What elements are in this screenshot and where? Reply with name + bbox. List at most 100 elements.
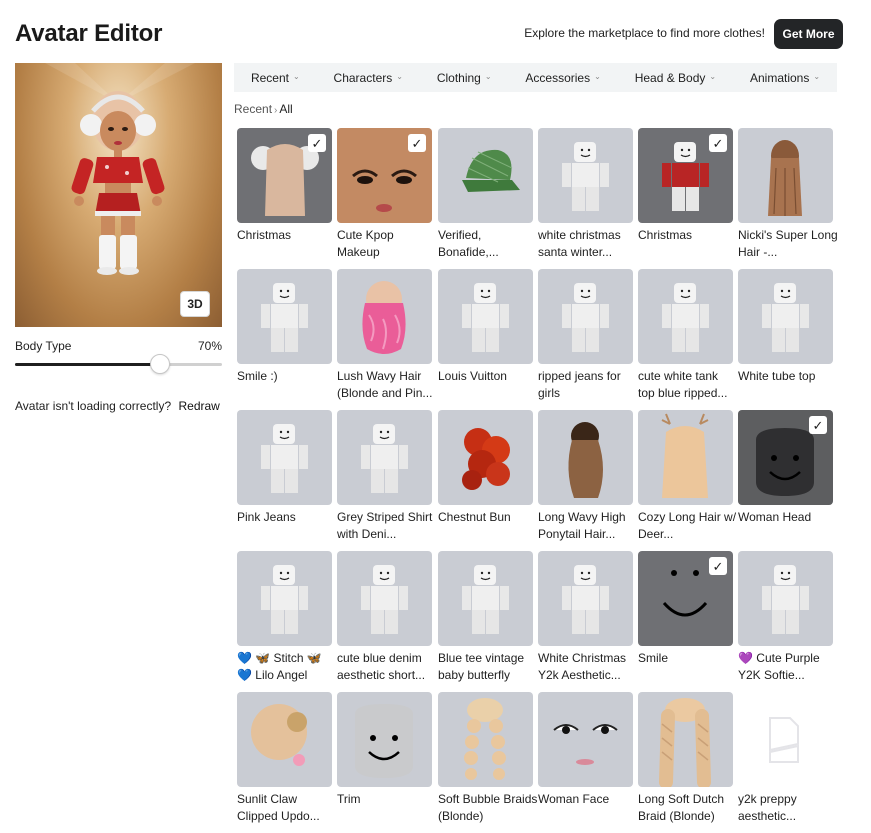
item-name[interactable]: cute blue denim aesthetic short... <box>337 650 437 684</box>
catalog-item-card[interactable]: Louis Vuitton <box>438 269 533 402</box>
catalog-item-card[interactable]: Pink Jeans <box>237 410 332 543</box>
item-thumbnail[interactable] <box>237 551 332 646</box>
body-type-slider-thumb[interactable] <box>150 354 170 374</box>
catalog-item-card[interactable]: Long Wavy High Ponytail Hair... <box>538 410 633 543</box>
item-name[interactable]: 💜 Cute Purple Y2K Softie... <box>738 650 838 684</box>
item-name[interactable]: white christmas santa winter... <box>538 227 638 261</box>
item-name[interactable]: Soft Bubble Braids (Blonde) <box>438 791 538 825</box>
catalog-item-card[interactable]: 💜 Cute Purple Y2K Softie... <box>738 551 833 684</box>
item-thumbnail[interactable] <box>538 128 633 223</box>
tab-recent[interactable]: Recent ⌄ <box>234 63 317 92</box>
item-name[interactable]: Cute Kpop Makeup <box>337 227 437 261</box>
item-name[interactable]: Verified, Bonafide,... <box>438 227 538 261</box>
item-thumbnail[interactable] <box>538 410 633 505</box>
item-thumbnail[interactable] <box>438 269 533 364</box>
breadcrumb-parent[interactable]: Recent <box>234 102 272 116</box>
item-thumbnail[interactable] <box>738 692 833 787</box>
item-name[interactable]: Blue tee vintage baby butterfly <box>438 650 538 684</box>
item-name[interactable]: Christmas <box>237 227 337 261</box>
catalog-item-card[interactable]: Lush Wavy Hair (Blonde and Pin... <box>337 269 432 402</box>
catalog-item-card[interactable]: Smile :) <box>237 269 332 402</box>
tab-clothing[interactable]: Clothing ⌄ <box>420 63 509 92</box>
catalog-item-card[interactable]: Soft Bubble Braids (Blonde) <box>438 692 537 825</box>
catalog-item-card[interactable]: Trim <box>337 692 432 825</box>
item-thumbnail[interactable] <box>237 410 332 505</box>
catalog-item-card[interactable]: white christmas santa winter... <box>538 128 633 261</box>
item-thumbnail[interactable] <box>438 128 533 223</box>
item-name[interactable]: Chestnut Bun <box>438 509 538 543</box>
item-name[interactable]: Long Wavy High Ponytail Hair... <box>538 509 638 543</box>
item-name[interactable]: Woman Face <box>538 791 638 825</box>
catalog-item-card[interactable]: ✓ Christmas <box>638 128 733 261</box>
catalog-item-card[interactable]: White Christmas Y2k Aesthetic... <box>538 551 633 684</box>
item-thumbnail[interactable] <box>337 551 432 646</box>
item-name[interactable]: 💙 🦋 Stitch 🦋 💙 Lilo Angel <box>237 650 337 684</box>
catalog-item-card[interactable]: Nicki's Super Long Hair -... <box>738 128 838 261</box>
catalog-item-card[interactable]: Verified, Bonafide,... <box>438 128 533 261</box>
catalog-item-card[interactable]: ✓ Cute Kpop Makeup <box>337 128 432 261</box>
item-thumbnail[interactable] <box>638 269 733 364</box>
item-name[interactable]: Sunlit Claw Clipped Updo... <box>237 791 337 825</box>
catalog-item-card[interactable]: cute blue denim aesthetic short... <box>337 551 432 684</box>
item-name[interactable]: Nicki's Super Long Hair -... <box>738 227 838 261</box>
redraw-link[interactable]: Redraw <box>179 399 220 413</box>
item-thumbnail[interactable] <box>337 692 432 787</box>
item-name[interactable]: Woman Head <box>738 509 838 543</box>
item-thumbnail[interactable] <box>638 410 733 505</box>
catalog-item-card[interactable]: 💙 🦋 Stitch 🦋 💙 Lilo Angel <box>237 551 332 684</box>
tab-characters[interactable]: Characters ⌄ <box>317 63 420 92</box>
body-type-slider[interactable] <box>15 354 222 374</box>
catalog-item-card[interactable]: ✓ Christmas <box>237 128 332 261</box>
item-name[interactable]: cute white tank top blue ripped... <box>638 368 738 402</box>
item-thumbnail[interactable] <box>738 269 833 364</box>
item-thumbnail[interactable] <box>538 692 633 787</box>
item-name[interactable]: Grey Striped Shirt with Deni... <box>337 509 437 543</box>
catalog-item-card[interactable]: ✓ Woman Head <box>738 410 833 543</box>
item-name[interactable]: y2k preppy aesthetic... <box>738 791 838 825</box>
catalog-item-card[interactable]: y2k preppy aesthetic... <box>738 692 833 825</box>
item-thumbnail[interactable] <box>538 269 633 364</box>
catalog-item-card[interactable]: White tube top <box>738 269 833 402</box>
item-name[interactable]: ripped jeans for girls <box>538 368 638 402</box>
item-thumbnail[interactable]: ✓ <box>638 551 733 646</box>
item-thumbnail[interactable] <box>438 410 533 505</box>
catalog-item-card[interactable]: ripped jeans for girls <box>538 269 633 402</box>
item-thumbnail[interactable]: ✓ <box>638 128 733 223</box>
item-thumbnail[interactable] <box>237 692 332 787</box>
item-name[interactable]: Trim <box>337 791 437 825</box>
item-name[interactable]: Long Soft Dutch Braid (Blonde) <box>638 791 738 825</box>
item-name[interactable]: Lush Wavy Hair (Blonde and Pin... <box>337 368 437 402</box>
item-name[interactable]: Pink Jeans <box>237 509 337 543</box>
item-name[interactable]: Smile :) <box>237 368 337 402</box>
get-more-button[interactable]: Get More <box>774 19 843 49</box>
item-thumbnail[interactable] <box>738 128 833 223</box>
item-thumbnail[interactable] <box>738 551 833 646</box>
item-thumbnail[interactable]: ✓ <box>738 410 833 505</box>
catalog-item-card[interactable]: Woman Face <box>538 692 633 825</box>
item-thumbnail[interactable] <box>337 269 432 364</box>
item-name[interactable]: White Christmas Y2k Aesthetic... <box>538 650 638 684</box>
view-3d-toggle-button[interactable]: 3D <box>180 291 210 317</box>
item-thumbnail[interactable] <box>237 269 332 364</box>
item-name[interactable]: Louis Vuitton <box>438 368 538 402</box>
avatar-preview[interactable]: 3D <box>15 63 222 327</box>
item-thumbnail[interactable] <box>337 410 432 505</box>
item-thumbnail[interactable]: ✓ <box>337 128 432 223</box>
item-thumbnail[interactable]: ✓ <box>237 128 332 223</box>
item-thumbnail[interactable] <box>438 551 533 646</box>
tab-accessories[interactable]: Accessories ⌄ <box>508 63 617 92</box>
item-thumbnail[interactable] <box>438 692 533 787</box>
catalog-item-card[interactable]: Blue tee vintage baby butterfly <box>438 551 533 684</box>
catalog-item-card[interactable]: Grey Striped Shirt with Deni... <box>337 410 432 543</box>
item-name[interactable]: Smile <box>638 650 738 684</box>
item-name[interactable]: Christmas <box>638 227 738 261</box>
catalog-item-card[interactable]: Long Soft Dutch Braid (Blonde) <box>638 692 733 825</box>
catalog-item-card[interactable]: cute white tank top blue ripped... <box>638 269 733 402</box>
catalog-item-card[interactable]: ✓ Smile <box>638 551 733 684</box>
item-name[interactable]: White tube top <box>738 368 838 402</box>
item-thumbnail[interactable] <box>638 692 733 787</box>
tab-head-body[interactable]: Head & Body ⌄ <box>618 63 733 92</box>
catalog-item-card[interactable]: Cozy Long Hair w/ Deer... <box>638 410 736 543</box>
tab-animations[interactable]: Animations ⌄ <box>733 63 837 92</box>
catalog-item-card[interactable]: Sunlit Claw Clipped Updo... <box>237 692 332 825</box>
